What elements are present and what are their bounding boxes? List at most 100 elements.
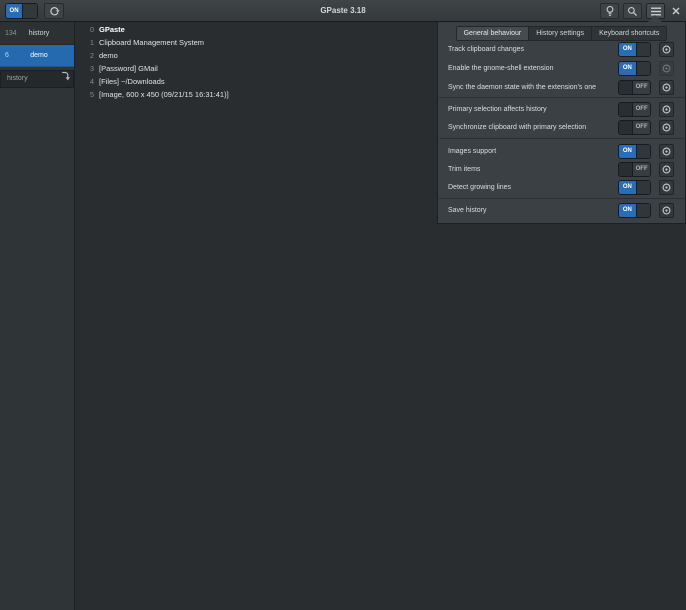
clipboard-item-list: 0 GPaste 1 Clipboard Management System 2… [76,23,416,101]
tab-history-settings[interactable]: History settings [528,26,592,41]
switch-state: OFF [633,121,650,134]
switch-knob [619,103,633,116]
history-sidebar: 134 history 6 demo [0,22,75,610]
setting-switch[interactable]: ON [618,203,651,218]
setting-label: Detect growing lines [448,180,511,195]
setting-label: Primary selection affects history [448,102,547,117]
clipboard-item[interactable]: 5 [Image, 600 x 450 (09/21/15 16:31:41)] [76,88,416,101]
item-text: [Password] GMail [99,64,158,73]
switch-state: ON [619,145,636,158]
reset-icon [662,143,671,161]
close-button[interactable] [668,3,683,19]
search-button[interactable] [623,3,642,19]
item-index: 2 [88,51,94,60]
switch-history-button[interactable] [59,70,72,82]
window-title: GPaste 3.18 [0,0,686,22]
reset-icon [662,79,671,97]
history-input-row [0,67,74,85]
reset-icon [662,161,671,179]
setting-row: Track clipboard changes ON [438,42,685,57]
enter-icon [61,69,70,84]
switch-knob [636,145,650,158]
setting-label: Images support [448,144,496,159]
tab-general-behaviour[interactable]: General behaviour [456,26,530,41]
separator [439,97,684,98]
switch-knob [636,204,650,217]
history-item-name: demo [18,52,74,59]
settings-popover: General behaviour History settings Keybo… [437,22,686,224]
history-list-item-selected[interactable]: 6 demo [0,45,74,67]
reset-icon [662,41,671,59]
setting-row: Primary selection affects history OFF [438,102,685,117]
reset-icon [662,202,671,220]
clipboard-item[interactable]: 2 demo [76,49,416,62]
setting-row: Trim items OFF [438,162,685,177]
switch-state: ON [619,204,636,217]
history-list-item[interactable]: 134 history [0,22,74,45]
setting-row: Save history ON [438,203,685,218]
switch-knob [636,181,650,194]
setting-switch[interactable]: OFF [618,80,651,95]
reset-button[interactable] [659,120,674,135]
switch-knob [619,121,633,134]
reset-button[interactable] [659,180,674,195]
tab-keyboard-shortcuts[interactable]: Keyboard shortcuts [591,26,667,41]
clipboard-item[interactable]: 0 GPaste [76,23,416,36]
reset-button[interactable] [659,42,674,57]
setting-label: Enable the gnome-shell extension [448,61,553,76]
setting-switch[interactable]: ON [618,180,651,195]
reset-button[interactable] [659,144,674,159]
popover-arrow [648,15,662,22]
settings-tabs: General behaviour History settings Keybo… [438,26,685,41]
setting-switch[interactable]: OFF [618,120,651,135]
about-button[interactable] [600,3,619,19]
item-text: demo [99,51,118,60]
setting-switch[interactable]: OFF [618,162,651,177]
switch-state: ON [619,62,636,75]
switch-knob [636,62,650,75]
setting-switch[interactable]: ON [618,144,651,159]
setting-label: Trim items [448,162,480,177]
header-bar: ON GPaste 3.18 [0,0,686,22]
reset-button[interactable] [659,203,674,218]
reset-icon [662,60,671,78]
switch-knob [619,81,633,94]
search-icon [627,6,638,17]
history-item-count: 134 [0,30,18,37]
item-text: [Image, 600 x 450 (09/21/15 16:31:41)] [99,90,229,99]
reset-button[interactable] [659,80,674,95]
setting-row: Detect growing lines ON [438,180,685,195]
switch-knob [619,163,633,176]
clipboard-item[interactable]: 3 [Password] GMail [76,62,416,75]
setting-label: Synchronize clipboard with primary selec… [448,120,586,135]
history-item-count: 6 [0,52,18,59]
clipboard-item[interactable]: 4 [Files] ~/Downloads [76,75,416,88]
item-index: 3 [88,64,94,73]
setting-label: Sync the daemon state with the extension… [448,80,596,95]
reset-button[interactable] [659,102,674,117]
item-text: GPaste [99,25,125,34]
separator [439,198,684,199]
setting-switch[interactable]: ON [618,61,651,76]
reset-button [659,61,674,76]
switch-state: OFF [633,103,650,116]
setting-label: Save history [448,203,487,218]
clipboard-item[interactable]: 1 Clipboard Management System [76,36,416,49]
history-item-name: history [18,30,74,37]
reset-button[interactable] [659,162,674,177]
lightbulb-icon [605,5,615,17]
close-icon [672,7,680,15]
switch-state: OFF [633,81,650,94]
setting-row: Images support ON [438,144,685,159]
item-index: 5 [88,90,94,99]
setting-label: Track clipboard changes [448,42,524,57]
setting-switch[interactable]: ON [618,42,651,57]
setting-row: Synchronize clipboard with primary selec… [438,120,685,135]
item-index: 1 [88,38,94,47]
item-index: 4 [88,77,94,86]
reset-icon [662,119,671,137]
setting-switch[interactable]: OFF [618,102,651,117]
gpaste-window: { "window": { "title": "GPaste 3.18" }, … [0,0,686,610]
setting-row: Enable the gnome-shell extension ON [438,61,685,76]
item-text: [Files] ~/Downloads [99,77,165,86]
